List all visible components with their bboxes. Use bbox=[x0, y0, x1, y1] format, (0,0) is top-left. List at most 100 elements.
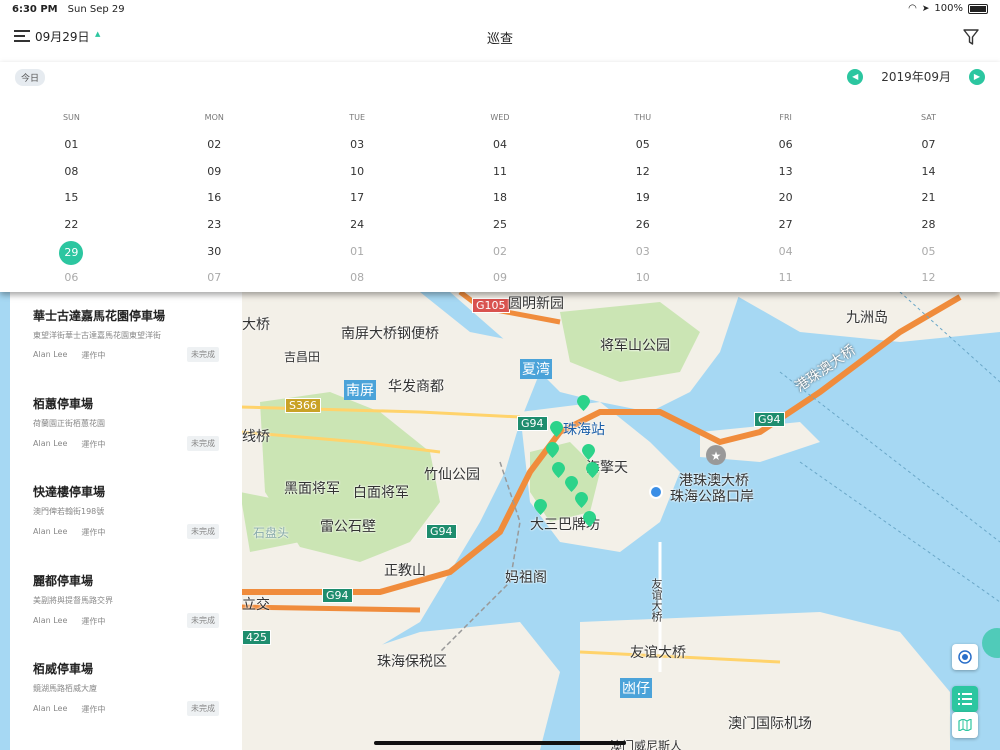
calendar-day-label: 02 bbox=[492, 245, 507, 258]
item-address: 澳門俾若翰街198號 bbox=[33, 507, 105, 517]
item-meta: Alan Lee 運作中 bbox=[33, 350, 105, 361]
calendar-day[interactable]: 21 bbox=[857, 187, 1000, 209]
calendar-day[interactable]: 09 bbox=[429, 267, 572, 289]
calendar-day[interactable]: 10 bbox=[286, 161, 429, 183]
map-view-button[interactable] bbox=[952, 712, 978, 738]
calendar-day[interactable]: 12 bbox=[571, 161, 714, 183]
calendar-day[interactable]: 11 bbox=[429, 161, 572, 183]
calendar-day-label: 27 bbox=[778, 218, 793, 231]
weekday-label: SAT bbox=[921, 113, 936, 122]
calendar-day-label: 14 bbox=[921, 165, 936, 178]
item-user: Alan Lee bbox=[33, 438, 68, 448]
battery-percent: 100% bbox=[934, 3, 963, 14]
calendar-day[interactable]: 05 bbox=[571, 134, 714, 156]
list-item[interactable]: 栢威停車場 鏡湖馬路栢威大廈 Alan Lee 運作中 未完成 bbox=[10, 646, 242, 735]
battery-icon bbox=[968, 3, 988, 14]
calendar-day-label: 13 bbox=[778, 165, 793, 178]
map-pin-icon[interactable] bbox=[534, 499, 547, 515]
calendar-day[interactable]: 06 bbox=[0, 267, 143, 289]
road-badge: S366 bbox=[285, 398, 321, 413]
calendar-day[interactable]: 09 bbox=[143, 161, 286, 183]
calendar-day-label: 11 bbox=[778, 271, 793, 284]
calendar-day[interactable]: 19 bbox=[571, 187, 714, 209]
calendar-day[interactable]: 15 bbox=[0, 187, 143, 209]
calendar-day[interactable]: 28 bbox=[857, 214, 1000, 236]
calendar-day[interactable]: 04 bbox=[429, 134, 572, 156]
map-icon bbox=[958, 719, 972, 731]
item-meta: Alan Lee 運作中 bbox=[33, 704, 105, 715]
calendar-day[interactable]: 08 bbox=[286, 267, 429, 289]
list-item[interactable]: 麗都停車場 美副將與提督馬路交界 Alan Lee 運作中 未完成 bbox=[10, 558, 242, 647]
map-label: 黑面将军 bbox=[284, 481, 340, 497]
map-pin-icon[interactable] bbox=[565, 476, 578, 492]
calendar-day[interactable]: 02 bbox=[429, 241, 572, 263]
map-pin-icon[interactable] bbox=[575, 492, 588, 508]
calendar-day[interactable]: 07 bbox=[857, 134, 1000, 156]
map-pin-icon[interactable] bbox=[552, 462, 565, 478]
calendar-day[interactable]: 03 bbox=[286, 134, 429, 156]
list-item[interactable]: 快達樓停車場 澳門俾若翰街198號 Alan Lee 運作中 未完成 bbox=[10, 469, 242, 558]
target-icon bbox=[958, 650, 972, 664]
calendar-day[interactable]: 14 bbox=[857, 161, 1000, 183]
item-title: 快達樓停車場 bbox=[33, 485, 106, 500]
calendar-day[interactable]: 24 bbox=[286, 214, 429, 236]
calendar-day[interactable]: 26 bbox=[571, 214, 714, 236]
map-pin-icon[interactable] bbox=[583, 511, 596, 527]
calendar-day[interactable]: 05 bbox=[857, 241, 1000, 263]
locate-me-button[interactable] bbox=[952, 644, 978, 670]
item-address: 鏡湖馬路栢威大廈 bbox=[33, 684, 97, 694]
calendar-day[interactable]: 01 bbox=[0, 134, 143, 156]
map-pin-icon[interactable] bbox=[546, 442, 559, 458]
map-pin-icon[interactable] bbox=[577, 395, 590, 411]
status-time: 6:30 PM bbox=[12, 3, 58, 15]
calendar-day[interactable]: 23 bbox=[143, 214, 286, 236]
road-badge: G105 bbox=[472, 298, 510, 313]
weekday-header: SUN MON TUE WED THU FRI SAT bbox=[0, 113, 1000, 122]
today-button[interactable]: 今日 bbox=[15, 69, 46, 86]
calendar-day[interactable]: 08 bbox=[0, 161, 143, 183]
home-indicator bbox=[374, 741, 626, 745]
calendar-day-label: 19 bbox=[635, 191, 650, 204]
calendar-day-label: 09 bbox=[492, 271, 507, 284]
calendar-day[interactable]: 02 bbox=[143, 134, 286, 156]
calendar-day[interactable]: 20 bbox=[714, 187, 857, 209]
calendar-day[interactable]: 11 bbox=[714, 267, 857, 289]
calendar-day[interactable]: 18 bbox=[429, 187, 572, 209]
calendar-day[interactable]: 17 bbox=[286, 187, 429, 209]
calendar-day[interactable]: 29 bbox=[0, 241, 143, 265]
calendar-day[interactable]: 22 bbox=[0, 214, 143, 236]
calendar-day[interactable]: 03 bbox=[571, 241, 714, 263]
calendar-day[interactable]: 04 bbox=[714, 241, 857, 263]
list-item[interactable]: 栢蕙停車場 荷蘭園正街栢蕙花園 Alan Lee 運作中 未完成 bbox=[10, 381, 242, 470]
calendar-day-label: 05 bbox=[921, 245, 936, 258]
calendar-day[interactable]: 27 bbox=[714, 214, 857, 236]
calendar-day[interactable]: 01 bbox=[286, 241, 429, 263]
calendar-day-label: 29 bbox=[59, 241, 84, 265]
calendar-day-label: 10 bbox=[635, 271, 650, 284]
prev-month-icon[interactable]: ◀ bbox=[847, 68, 864, 85]
calendar-day[interactable]: 07 bbox=[143, 267, 286, 289]
map-pin-icon[interactable] bbox=[586, 462, 599, 478]
map-pin-icon[interactable] bbox=[582, 444, 595, 460]
calendar-day-label: 22 bbox=[64, 218, 79, 231]
filter-icon[interactable] bbox=[962, 28, 980, 46]
calendar-day[interactable]: 25 bbox=[429, 214, 572, 236]
calendar-day[interactable]: 12 bbox=[857, 267, 1000, 289]
calendar-day[interactable]: 30 bbox=[143, 241, 286, 263]
calendar-day[interactable]: 06 bbox=[714, 134, 857, 156]
map-label: 立交 bbox=[242, 597, 270, 613]
item-title: 栢蕙停車場 bbox=[33, 396, 94, 411]
map-pin-icon[interactable] bbox=[550, 421, 563, 437]
calendar-day[interactable]: 16 bbox=[143, 187, 286, 209]
status-date: Sun Sep 29 bbox=[67, 3, 125, 15]
map-label: 大桥 bbox=[242, 317, 270, 333]
next-month-icon[interactable]: ▶ bbox=[969, 68, 985, 85]
calendar-day[interactable]: 13 bbox=[714, 161, 857, 183]
calendar-day-label: 10 bbox=[350, 165, 365, 178]
list-view-button[interactable] bbox=[952, 686, 978, 712]
calendar-day[interactable]: 10 bbox=[571, 267, 714, 289]
road-badge: G94 bbox=[322, 588, 353, 603]
calendar-day-label: 16 bbox=[207, 191, 222, 204]
calendar-day-label: 18 bbox=[492, 191, 507, 204]
list-item[interactable]: 華士古達嘉馬花園停車場 東望洋街華士古達嘉馬花園東望洋街 Alan Lee 運作中… bbox=[10, 292, 242, 381]
